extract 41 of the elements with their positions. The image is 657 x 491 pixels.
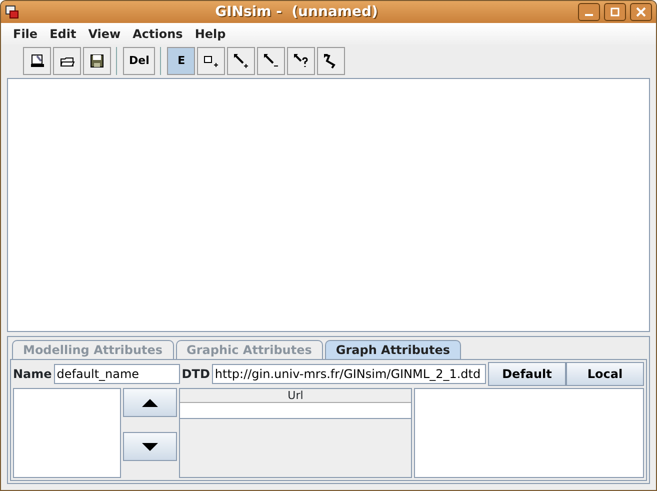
move-down-button[interactable] xyxy=(123,432,177,461)
tool-button[interactable]: Del xyxy=(123,47,156,75)
arrow-plus-icon xyxy=(233,53,250,69)
document-icon xyxy=(29,53,45,69)
save-icon xyxy=(89,53,105,69)
menu-item[interactable]: Actions xyxy=(126,25,189,43)
app-icon xyxy=(5,5,19,19)
minimize-button[interactable] xyxy=(578,3,600,21)
menu-item[interactable]: Help xyxy=(188,25,232,43)
arrow-question-icon xyxy=(293,53,310,69)
menu-item[interactable]: Edit xyxy=(44,25,82,43)
action-button[interactable]: Local xyxy=(566,362,644,386)
close-button[interactable] xyxy=(630,3,652,21)
action-button[interactable]: Default xyxy=(488,362,566,386)
document-button[interactable] xyxy=(23,47,51,75)
folder-button[interactable] xyxy=(53,47,81,75)
tab[interactable]: Graph Attributes xyxy=(324,340,461,359)
node-plus-icon xyxy=(203,53,220,69)
bent-arrow-button[interactable] xyxy=(317,47,346,75)
arrow-minus-icon xyxy=(263,53,280,69)
node-plus-button[interactable] xyxy=(197,47,226,75)
down-triangle-icon xyxy=(141,442,159,452)
tool-button[interactable]: E xyxy=(167,47,196,75)
window-title: GINsim - (unnamed) xyxy=(215,4,378,20)
arrow-plus-button[interactable] xyxy=(227,47,256,75)
maximize-button[interactable] xyxy=(604,3,626,21)
up-triangle-icon xyxy=(141,398,159,408)
close-icon xyxy=(636,7,646,17)
name-field[interactable]: default_name xyxy=(54,364,180,384)
dtd-label: DTD xyxy=(182,366,210,383)
maximize-icon xyxy=(610,7,620,17)
arrow-question-button[interactable] xyxy=(287,47,316,75)
menu-item[interactable]: View xyxy=(82,25,127,43)
dtd-field[interactable]: http://gin.univ-mrs.fr/GINsim/GINML_2_1.dtd xyxy=(212,364,486,384)
menu-item[interactable]: File xyxy=(7,25,44,43)
move-up-button[interactable] xyxy=(123,388,177,417)
name-label: Name xyxy=(13,366,52,383)
save-button[interactable] xyxy=(83,47,111,75)
arrow-minus-button[interactable] xyxy=(257,47,286,75)
url-table[interactable]: Url xyxy=(179,388,412,478)
minimize-icon xyxy=(585,14,593,16)
